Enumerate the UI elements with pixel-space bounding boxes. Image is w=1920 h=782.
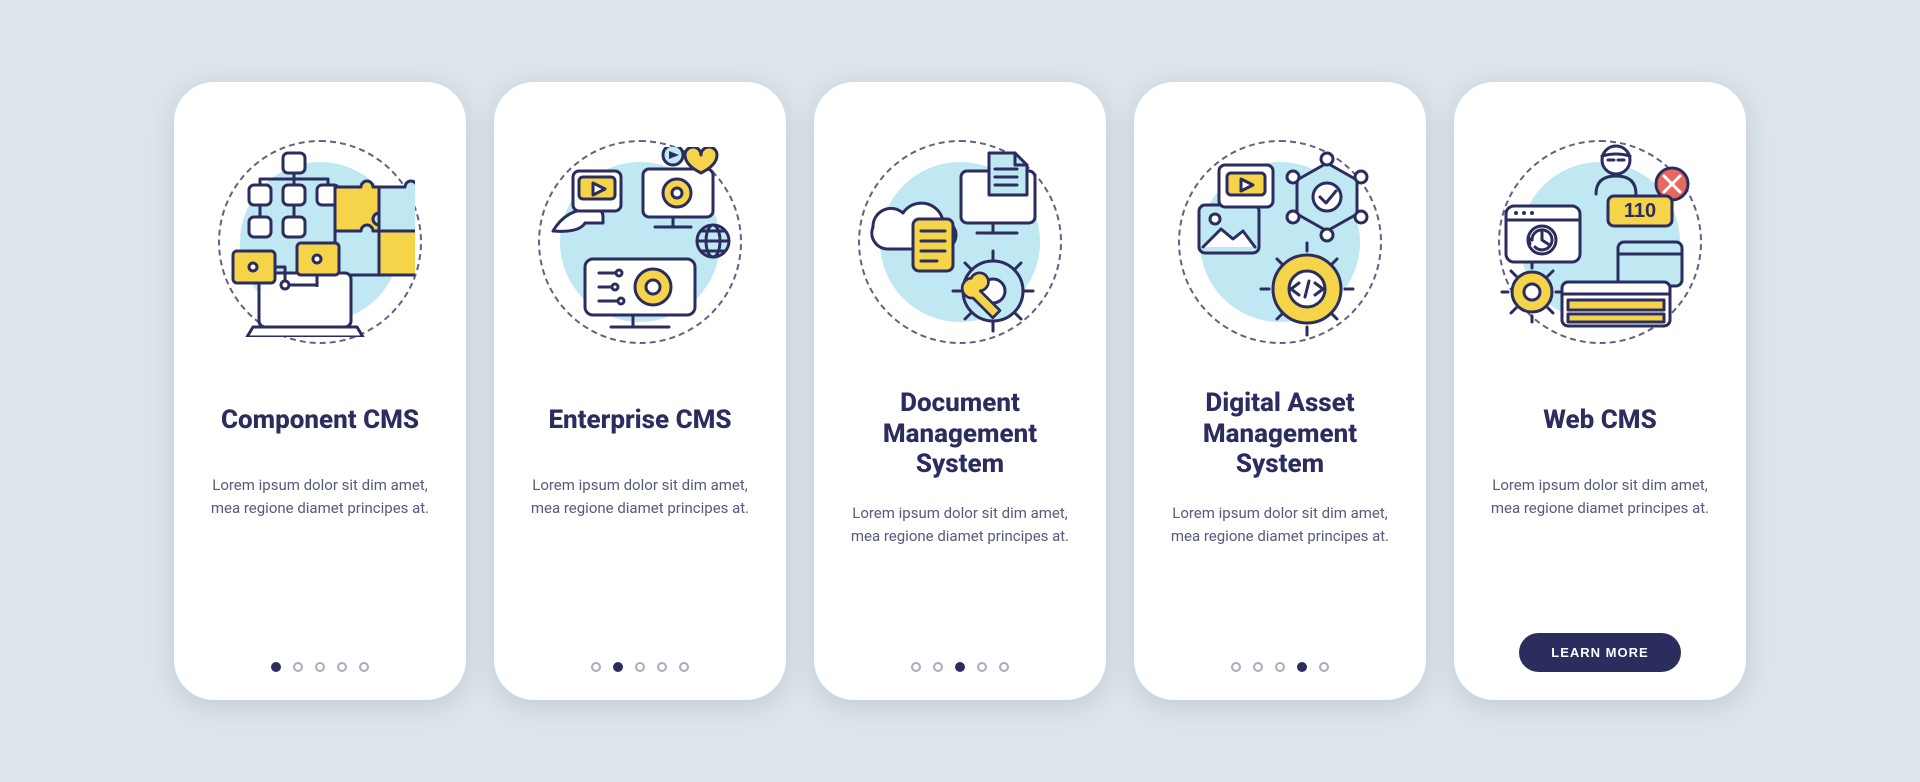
dot-3[interactable] <box>635 662 645 672</box>
digital-asset-illustration <box>1170 130 1390 354</box>
pagination-dots[interactable] <box>591 662 689 672</box>
dot-5[interactable] <box>1319 662 1329 672</box>
card-description: Lorem ipsum dolor sit dim amet, mea regi… <box>1158 502 1402 547</box>
enterprise-cms-illustration <box>530 130 750 354</box>
dot-5[interactable] <box>679 662 689 672</box>
web-cms-illustration: 110 <box>1490 130 1710 354</box>
card-title: Document Management System <box>838 388 1082 480</box>
card-description: Lorem ipsum dolor sit dim amet, mea regi… <box>198 474 442 519</box>
onboarding-card-enterprise-cms: Enterprise CMS Lorem ipsum dolor sit dim… <box>494 82 786 700</box>
dot-4[interactable] <box>1297 662 1307 672</box>
card-title: Enterprise CMS <box>548 388 731 452</box>
card-title: Web CMS <box>1543 388 1656 452</box>
onboarding-card-digital-asset: Digital Asset Management System Lorem ip… <box>1134 82 1426 700</box>
pagination-dots[interactable] <box>1231 662 1329 672</box>
dot-3[interactable] <box>1275 662 1285 672</box>
dot-1[interactable] <box>1231 662 1241 672</box>
learn-more-button[interactable]: LEARN MORE <box>1519 633 1680 672</box>
onboarding-card-web-cms: 110 <box>1454 82 1746 700</box>
pagination-dots[interactable] <box>271 662 369 672</box>
dot-4[interactable] <box>657 662 667 672</box>
dot-5[interactable] <box>359 662 369 672</box>
dot-5[interactable] <box>999 662 1009 672</box>
svg-text:110: 110 <box>1624 200 1656 222</box>
dot-2[interactable] <box>613 662 623 672</box>
dot-1[interactable] <box>911 662 921 672</box>
dot-1[interactable] <box>271 662 281 672</box>
dot-4[interactable] <box>977 662 987 672</box>
onboarding-card-document-management: Document Management System Lorem ipsum d… <box>814 82 1106 700</box>
dot-3[interactable] <box>315 662 325 672</box>
dot-2[interactable] <box>933 662 943 672</box>
card-description: Lorem ipsum dolor sit dim amet, mea regi… <box>1478 474 1722 519</box>
card-title: Component CMS <box>221 388 419 452</box>
component-cms-illustration <box>210 130 430 354</box>
dot-1[interactable] <box>591 662 601 672</box>
dot-4[interactable] <box>337 662 347 672</box>
dot-3[interactable] <box>955 662 965 672</box>
onboarding-card-component-cms: Component CMS Lorem ipsum dolor sit dim … <box>174 82 466 700</box>
document-management-illustration <box>850 130 1070 354</box>
pagination-dots[interactable] <box>911 662 1009 672</box>
dot-2[interactable] <box>293 662 303 672</box>
dot-2[interactable] <box>1253 662 1263 672</box>
card-description: Lorem ipsum dolor sit dim amet, mea regi… <box>518 474 762 519</box>
card-description: Lorem ipsum dolor sit dim amet, mea regi… <box>838 502 1082 547</box>
card-title: Digital Asset Management System <box>1158 388 1402 480</box>
